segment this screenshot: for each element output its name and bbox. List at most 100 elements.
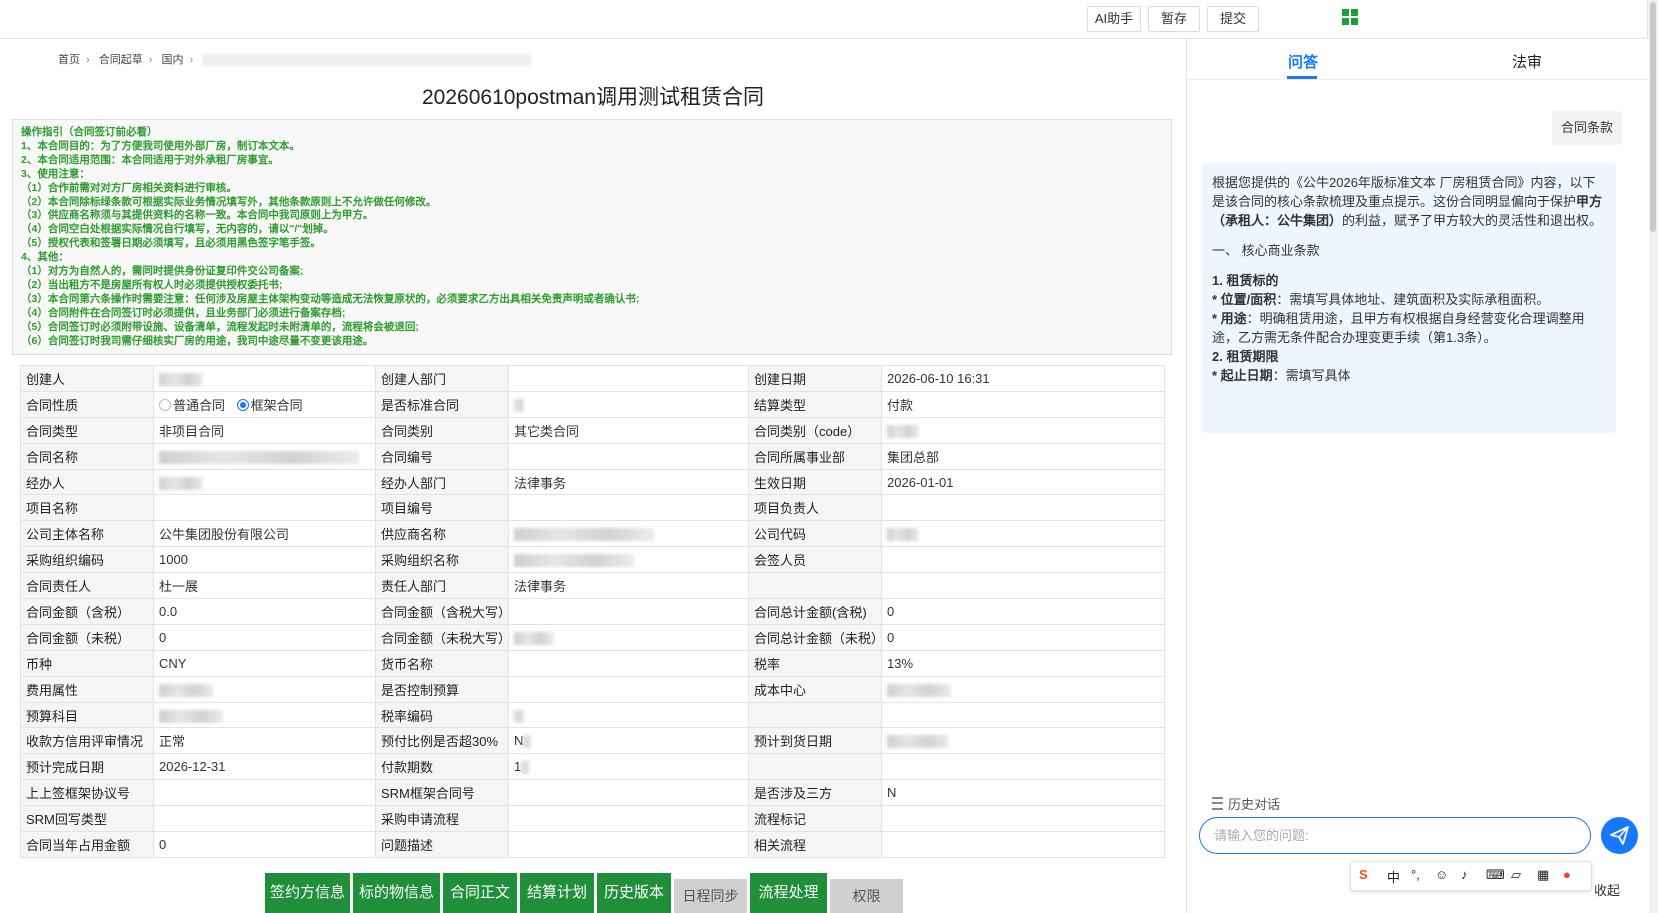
- field-label: 合同性质: [20, 390, 154, 418]
- responsible-dept-field[interactable]: 法律事务: [508, 572, 749, 600]
- answer-intro: 根据您提供的《公牛2026年版标准文本 厂房租赁合同》内容，以下是该合同的核心条…: [1212, 175, 1603, 228]
- field-label: 币种: [20, 649, 154, 677]
- subject-info-button[interactable]: 标的物信息: [353, 873, 440, 913]
- contract-type-field[interactable]: 非项目合同: [153, 416, 376, 444]
- cost-center-field[interactable]: [881, 675, 1165, 703]
- handler-dept-field[interactable]: 法律事务: [508, 468, 749, 496]
- ai-assistant-button[interactable]: AI助手: [1087, 6, 1141, 32]
- radio-normal-contract[interactable]: [159, 398, 171, 411]
- question-input[interactable]: [1199, 817, 1591, 854]
- category-code-field[interactable]: [881, 416, 1165, 444]
- purchase-org-name-field[interactable]: [508, 546, 749, 574]
- tab-qa[interactable]: 问答: [1288, 51, 1318, 72]
- field-label: 收款方信用评审情况: [20, 727, 154, 755]
- amount-tax-field[interactable]: 0.0: [153, 598, 376, 625]
- currency-name-field[interactable]: [508, 649, 749, 677]
- collapse-button[interactable]: 收起: [1594, 880, 1620, 899]
- breadcrumb-draft[interactable]: 合同起草: [99, 54, 143, 66]
- srm-type-field[interactable]: [153, 805, 376, 833]
- issue-field[interactable]: [508, 831, 749, 858]
- related-flow-field[interactable]: [881, 831, 1165, 858]
- permission-button[interactable]: 权限: [830, 879, 903, 913]
- payment-periods-field[interactable]: 1: [508, 753, 749, 781]
- prepay-field[interactable]: N: [508, 727, 749, 755]
- keyboard-icon[interactable]: ⌨: [1486, 867, 1505, 883]
- sogou-logo-icon[interactable]: S: [1359, 867, 1368, 882]
- handler-field[interactable]: [153, 468, 376, 496]
- tax-rate-field[interactable]: 13%: [881, 649, 1165, 677]
- settlement-plan-button[interactable]: 结算计划: [520, 873, 594, 913]
- history-conversation-link[interactable]: 历史对话: [1212, 794, 1280, 813]
- amount-tax-caps-field[interactable]: [508, 598, 749, 625]
- company-code-field[interactable]: [881, 520, 1165, 548]
- contract-text-button[interactable]: 合同正文: [443, 873, 517, 913]
- table-row: 预计完成日期 2026-12-31 付款期数 1: [20, 753, 1165, 781]
- field-label: 结算类型: [748, 390, 882, 418]
- field-label: 合同类别（code）: [748, 416, 882, 444]
- project-no-field[interactable]: [508, 494, 749, 522]
- effective-date-field[interactable]: 2026-01-01: [881, 468, 1165, 496]
- division-field[interactable]: 集团总部: [881, 442, 1165, 470]
- apps-icon[interactable]: ▦: [1537, 867, 1549, 883]
- mascot-icon[interactable]: ●: [1563, 867, 1571, 882]
- field-label: 合同金额（未税大写）: [375, 623, 509, 651]
- table-row: 经办人 经办人部门 法律事务 生效日期 2026-01-01: [20, 468, 1165, 496]
- framework-agreement-field[interactable]: [153, 779, 376, 807]
- empty-cell: [881, 753, 1165, 781]
- tax-code-field[interactable]: [508, 701, 749, 729]
- budget-control-field[interactable]: [508, 675, 749, 703]
- contract-name-field[interactable]: [153, 442, 376, 470]
- history-version-button[interactable]: 历史版本: [597, 873, 671, 913]
- ime-language-toggle[interactable]: 中: [1387, 867, 1400, 886]
- company-field[interactable]: 公牛集团股份有限公司: [153, 520, 376, 548]
- total-tax-field[interactable]: 0: [881, 598, 1165, 625]
- breadcrumb-home[interactable]: 首页: [58, 54, 80, 66]
- skin-icon[interactable]: ▱: [1511, 867, 1521, 883]
- table-row: 币种 CNY 货币名称 税率 13%: [20, 649, 1165, 677]
- year-amount-field[interactable]: 0: [153, 831, 376, 858]
- breadcrumb-domestic[interactable]: 国内: [161, 54, 183, 66]
- send-button[interactable]: [1601, 817, 1638, 854]
- schedule-sync-button[interactable]: 日程同步: [674, 879, 747, 913]
- project-lead-field[interactable]: [881, 494, 1165, 522]
- srm-frame-field[interactable]: [508, 779, 749, 807]
- ai-panel: 问答 法审 合同条款 根据您提供的《公牛2026年版标准文本 厂房租赁合同》内容…: [1186, 39, 1649, 913]
- purchase-flow-field[interactable]: [508, 805, 749, 833]
- credit-review-field[interactable]: 正常: [153, 727, 376, 755]
- creator-field[interactable]: [153, 365, 376, 392]
- save-draft-button[interactable]: 暂存: [1148, 6, 1200, 32]
- signatory-info-button[interactable]: 签约方信息: [265, 873, 350, 913]
- punctuation-icon[interactable]: °,: [1411, 867, 1420, 882]
- project-name-field[interactable]: [153, 494, 376, 522]
- supplier-field[interactable]: [508, 520, 749, 548]
- is-standard-field[interactable]: [508, 390, 749, 418]
- submit-button[interactable]: 提交: [1207, 6, 1259, 32]
- arrival-date-field[interactable]: [881, 727, 1165, 755]
- mic-icon[interactable]: ♪: [1461, 867, 1468, 882]
- currency-field[interactable]: CNY: [153, 649, 376, 677]
- cosign-field[interactable]: [881, 546, 1165, 574]
- contract-no-field[interactable]: [508, 442, 749, 470]
- create-date-field[interactable]: 2026-06-10 16:31: [881, 365, 1165, 392]
- finish-date-field[interactable]: 2026-12-31: [153, 753, 376, 781]
- grid-apps-icon[interactable]: [1342, 9, 1358, 25]
- tab-legal-review[interactable]: 法审: [1512, 51, 1542, 72]
- flow-tag-field[interactable]: [881, 805, 1165, 833]
- flow-process-button[interactable]: 流程处理: [750, 873, 827, 913]
- settle-type-field[interactable]: 付款: [881, 390, 1165, 418]
- contract-category-field[interactable]: 其它类合同: [508, 416, 749, 444]
- fee-attr-field[interactable]: [153, 675, 376, 703]
- field-label: 费用属性: [20, 675, 154, 703]
- creator-dept-field[interactable]: [508, 365, 749, 392]
- amount-notax-field[interactable]: 0: [153, 623, 376, 651]
- radio-framework-contract[interactable]: [236, 398, 249, 411]
- budget-item-field[interactable]: [153, 701, 376, 729]
- third-party-field[interactable]: N: [881, 779, 1165, 807]
- emoji-icon[interactable]: ☺: [1435, 867, 1448, 882]
- purchase-org-code-field[interactable]: 1000: [153, 546, 376, 574]
- total-notax-field[interactable]: 0: [881, 623, 1165, 651]
- responsible-field[interactable]: 杜一展: [153, 572, 376, 600]
- amount-notax-caps-field[interactable]: [508, 623, 749, 651]
- contract-clause-bubble[interactable]: 合同条款: [1552, 111, 1622, 145]
- table-row: 合同当年占用金额 0 问题描述 相关流程: [20, 831, 1165, 858]
